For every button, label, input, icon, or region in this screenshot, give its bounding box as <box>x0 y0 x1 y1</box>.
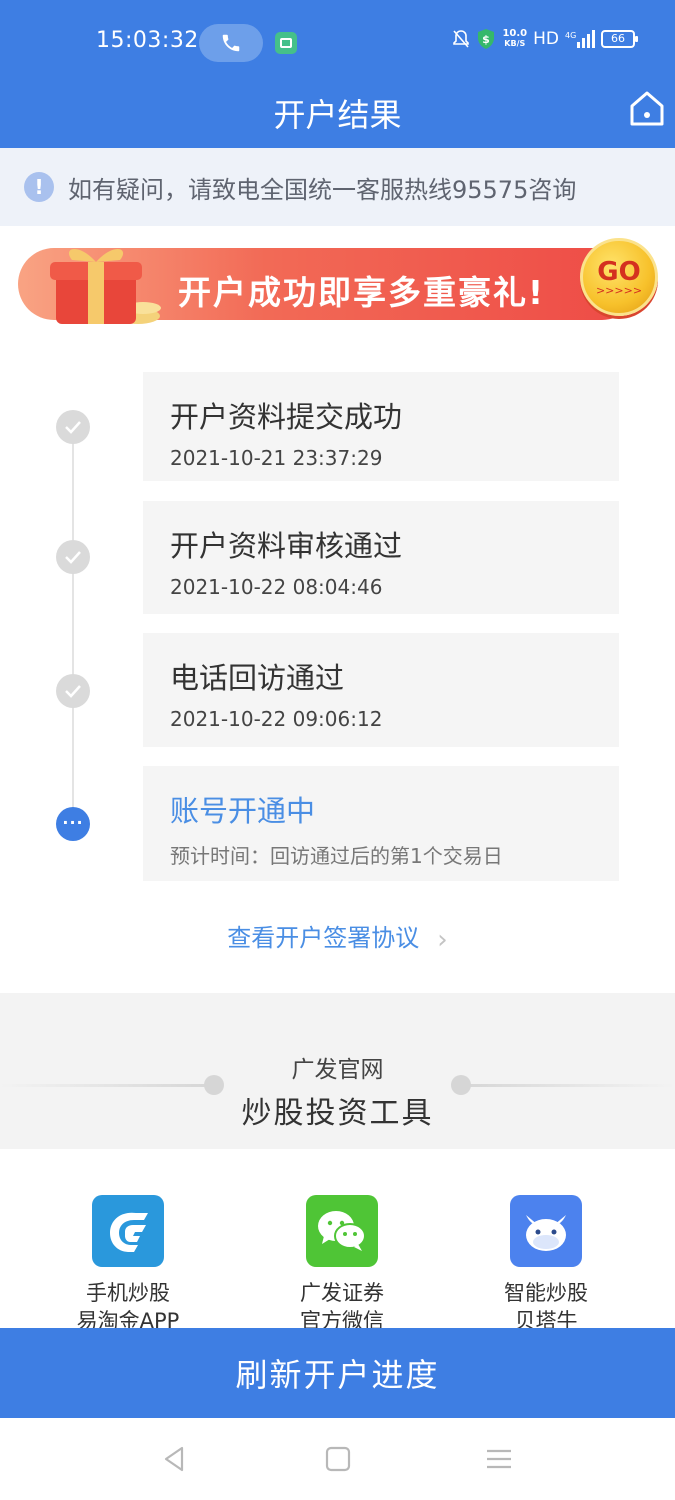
page-title: 开户结果 <box>273 96 402 134</box>
chevron-right-icon: › <box>437 925 448 955</box>
security-shield-icon: $ <box>478 29 495 49</box>
gift-box-icon <box>50 248 161 324</box>
svg-text:$: $ <box>483 33 491 46</box>
app-name: 智能炒股 贝塔牛 <box>504 1281 588 1329</box>
step-title: 开户资料提交成功 <box>170 400 403 434</box>
decor-line-right <box>462 1084 675 1087</box>
step-title: 账号开通中 <box>170 794 316 828</box>
step-time: 2021-10-22 09:06:12 <box>170 707 383 731</box>
gf-logo-icon <box>92 1195 164 1267</box>
svg-text:4G: 4G <box>565 31 576 40</box>
timeline-card: 开户资料提交成功 2021-10-21 23:37:29 <box>143 372 619 481</box>
tools-app-list: 手机炒股 易淘金APP 广发证券 官方微信 智能炒股 贝塔牛 <box>0 1149 675 1329</box>
step-time: 2021-10-21 23:37:29 <box>170 446 383 470</box>
system-nav-bar <box>0 1418 675 1500</box>
step-title: 电话回访通过 <box>170 661 345 695</box>
ongoing-call-pill[interactable] <box>199 24 263 62</box>
promo-banner[interactable]: 开户成功即享多重豪礼! GO >>>>> <box>18 238 658 328</box>
hd-indicator: HD <box>533 29 559 49</box>
app-notification-icon <box>275 32 297 54</box>
timeline-line <box>72 427 74 825</box>
step-done-icon <box>56 674 90 708</box>
signal-icon: 4G <box>565 30 595 48</box>
tools-title: 炒股投资工具 <box>241 1096 434 1131</box>
network-speed: 10.0 KB/S <box>502 28 528 49</box>
timeline-card: 电话回访通过 2021-10-22 09:06:12 <box>143 633 619 747</box>
timeline-card-active: 账号开通中 预计时间：回访通过后的第1个交易日 <box>143 766 619 881</box>
refresh-progress-button[interactable]: 刷新开户进度 <box>0 1328 675 1418</box>
app-wechat[interactable]: 广发证券 官方微信 <box>242 1195 442 1329</box>
view-agreement-link[interactable]: 查看开户签署协议 › <box>0 918 675 955</box>
tools-subtitle: 广发官网 <box>291 1057 384 1083</box>
banner-text: 开户成功即享多重豪礼! <box>178 273 546 312</box>
app-header: 15:03:32 $ 10.0 KB/S HD 4G 66 开户结果 <box>0 0 675 148</box>
menu-icon[interactable] <box>484 1444 514 1474</box>
go-button[interactable]: GO >>>>> <box>580 238 658 316</box>
wechat-icon <box>306 1195 378 1267</box>
notice-text: 如有疑问，请致电全国统一客服热线95575咨询 <box>68 175 577 204</box>
step-title: 开户资料审核通过 <box>170 529 403 563</box>
step-done-icon <box>56 540 90 574</box>
info-icon: ! <box>24 172 54 202</box>
app-name: 广发证券 官方微信 <box>300 1281 384 1329</box>
app-name: 手机炒股 易淘金APP <box>76 1281 180 1329</box>
home-nav-icon[interactable] <box>323 1444 353 1474</box>
mute-bell-icon <box>453 30 470 48</box>
phone-icon <box>222 34 240 52</box>
battery-indicator: 66 <box>601 30 638 48</box>
back-icon[interactable] <box>160 1444 190 1474</box>
step-in-progress-icon: ··· <box>56 807 90 841</box>
home-icon[interactable] <box>627 88 667 128</box>
step-done-icon <box>56 410 90 444</box>
help-notice: ! 如有疑问，请致电全国统一客服热线95575咨询 <box>0 148 675 226</box>
timeline-card: 开户资料审核通过 2021-10-22 08:04:46 <box>143 501 619 614</box>
decor-line-left <box>0 1084 210 1087</box>
status-time: 15:03:32 <box>96 28 199 53</box>
step-time: 2021-10-22 08:04:46 <box>170 575 383 599</box>
bull-mascot-icon <box>510 1195 582 1267</box>
step-estimate: 预计时间：回访通过后的第1个交易日 <box>170 844 503 868</box>
app-betaniu[interactable]: 智能炒股 贝塔牛 <box>446 1195 646 1329</box>
app-yitaojin[interactable]: 手机炒股 易淘金APP <box>28 1195 228 1329</box>
status-icons: $ 10.0 KB/S HD 4G 66 <box>452 28 638 50</box>
